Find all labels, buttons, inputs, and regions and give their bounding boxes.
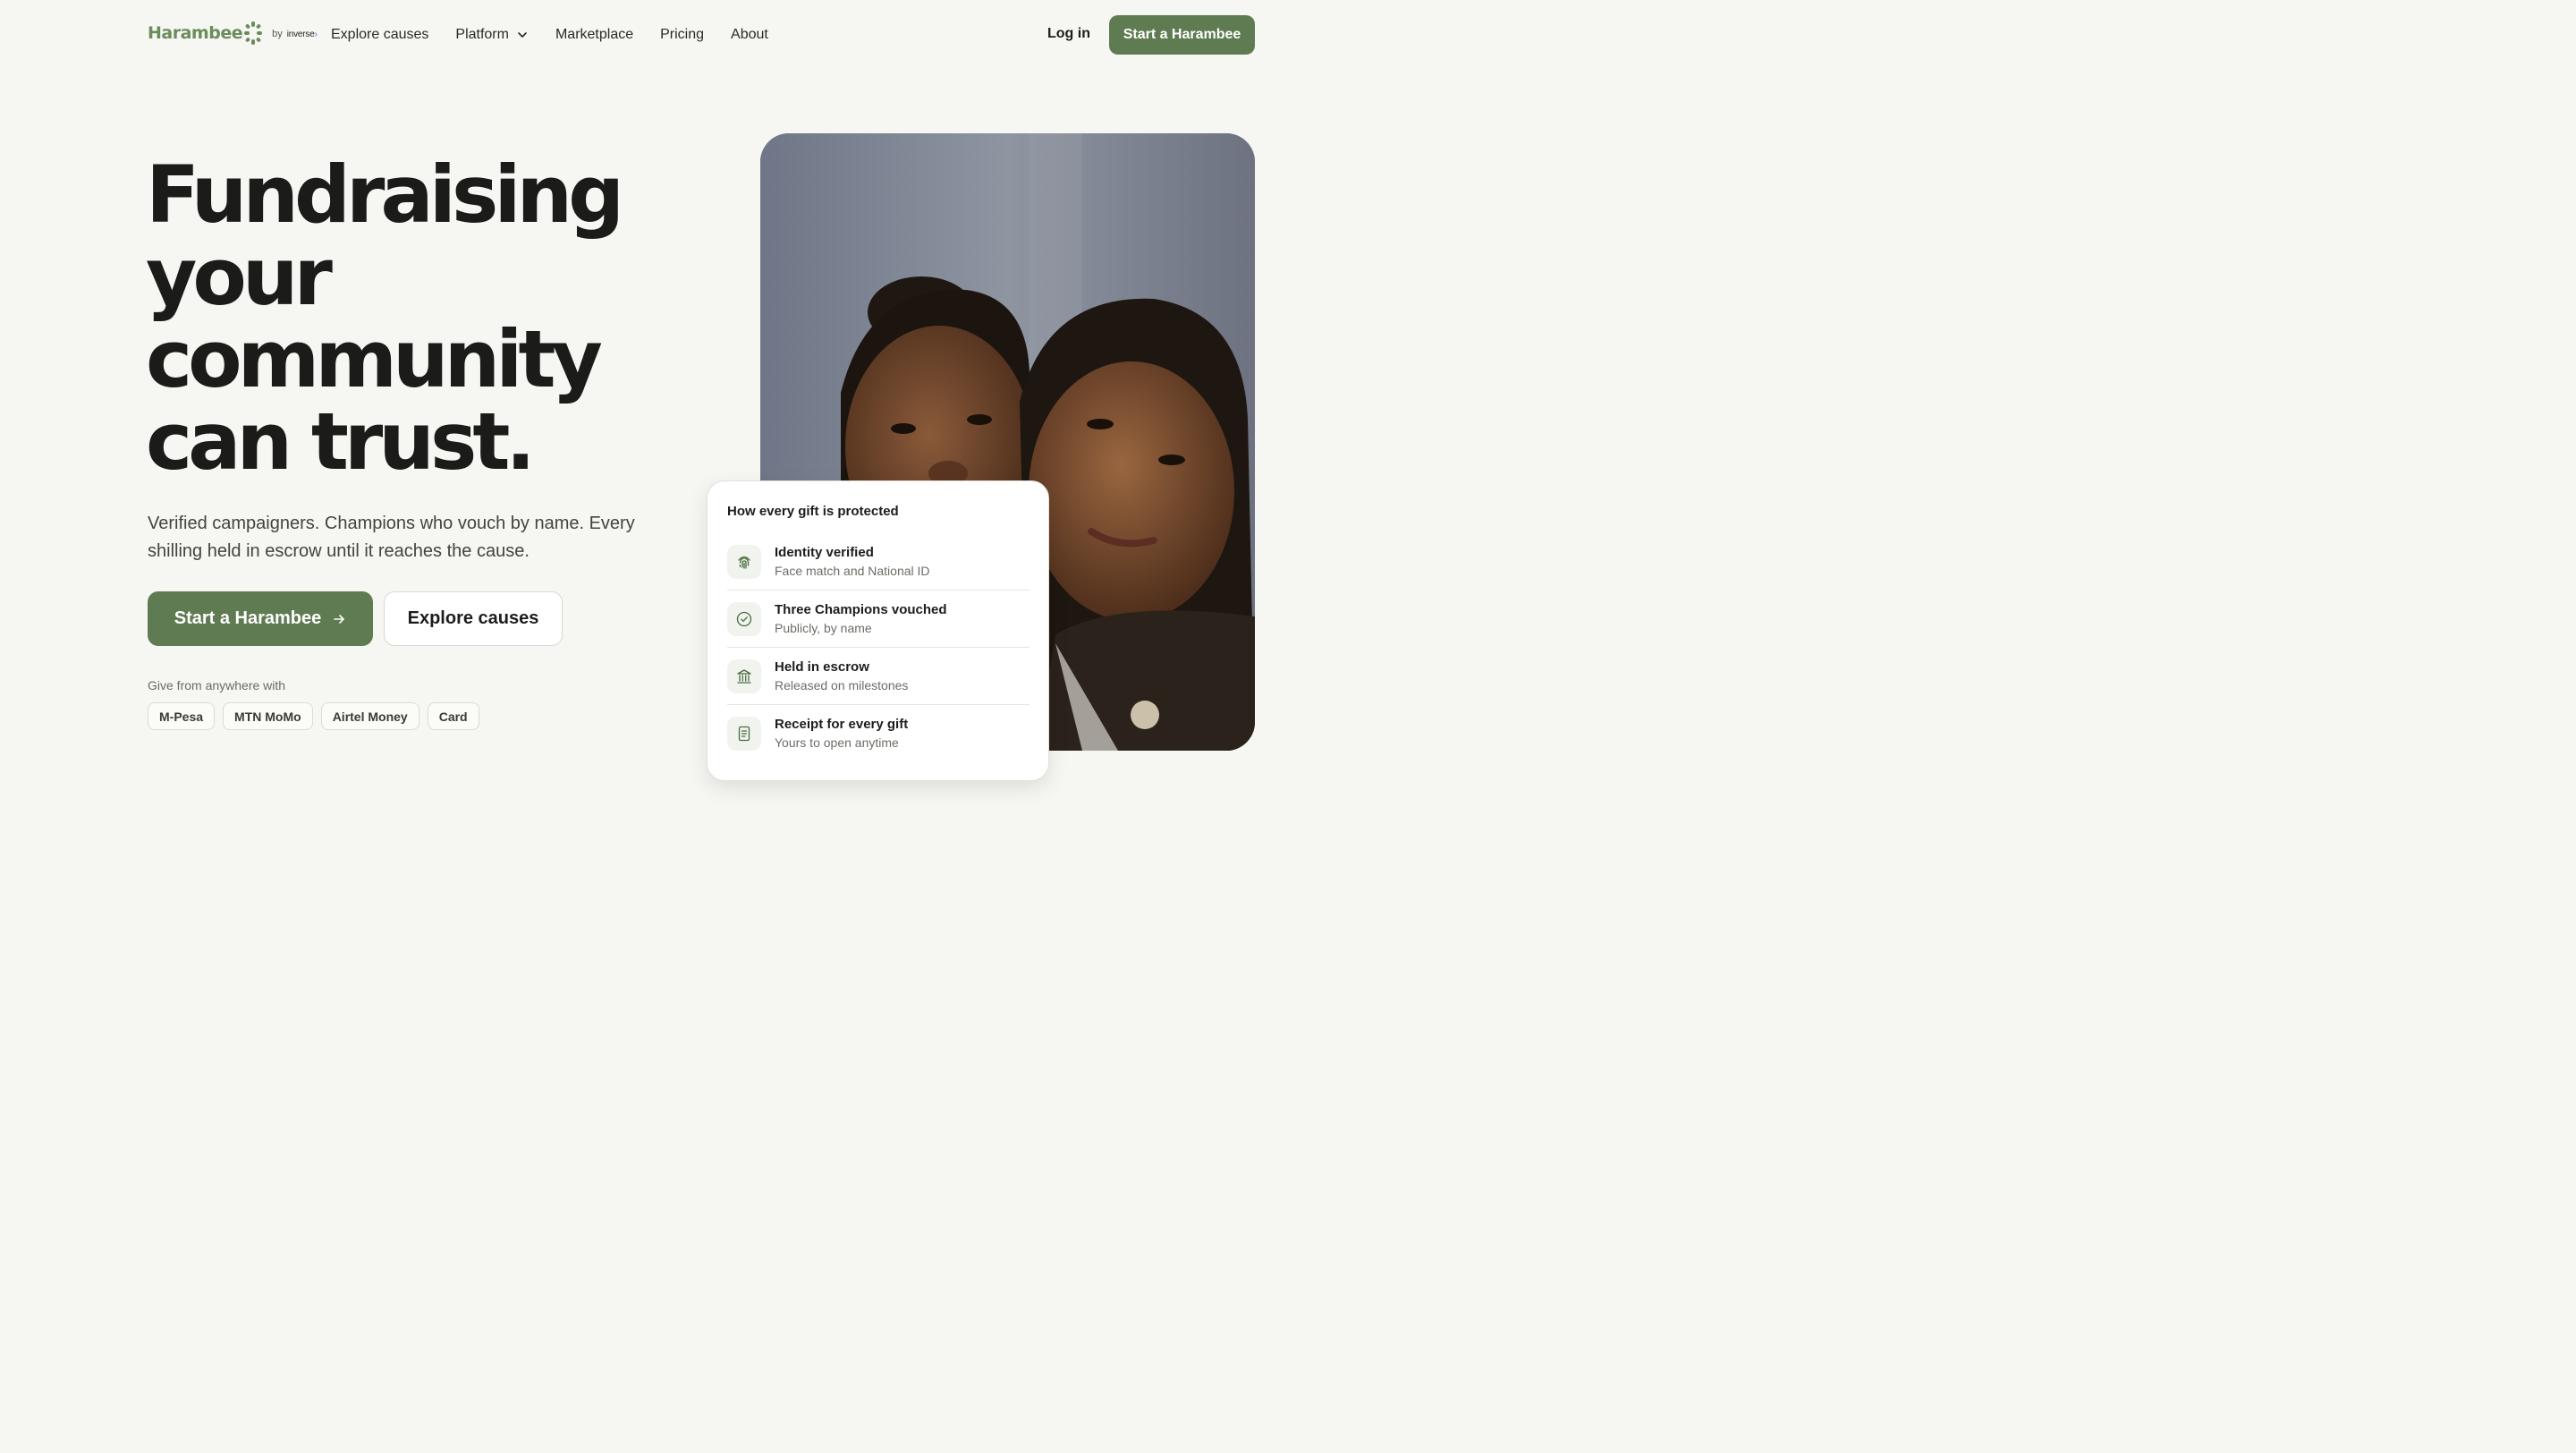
headline-line: community xyxy=(146,313,603,405)
logo-wordmark: Harambee xyxy=(148,23,243,43)
nav-pricing[interactable]: Pricing xyxy=(660,25,704,45)
protection-item-text: Three Champions vouched Publicly, by nam… xyxy=(775,601,947,637)
protection-card-title: How every gift is protected xyxy=(727,504,899,519)
payment-chip-card: Card xyxy=(427,702,479,730)
headline-line: can trust. xyxy=(146,395,536,488)
protection-item-receipt: Receipt for every gift Yours to open any… xyxy=(727,705,1030,762)
protection-item-identity: Identity verified Face match and Nationa… xyxy=(727,533,1030,591)
protection-item-champions: Three Champions vouched Publicly, by nam… xyxy=(727,591,1030,648)
protection-item-text: Held in escrow Released on milestones xyxy=(775,659,908,694)
protection-item-subtitle: Face match and National ID xyxy=(775,563,930,578)
logo-by-text: by xyxy=(272,29,283,39)
payment-methods: M-Pesa MTN MoMo Airtel Money Card xyxy=(148,702,479,730)
explore-causes-button[interactable]: Explore causes xyxy=(384,591,563,646)
give-label: Give from anywhere with xyxy=(148,678,286,693)
start-harambee-nav-button[interactable]: Start a Harambee xyxy=(1109,15,1255,55)
protection-item-subtitle: Released on milestones xyxy=(775,677,909,693)
top-nav: Harambee by inverse › Explore causes Pla… xyxy=(0,0,1402,70)
headline-line: Fundraising xyxy=(146,149,624,241)
logo-burst-icon xyxy=(244,21,263,45)
protection-card: How every gift is protected Identity ver… xyxy=(707,480,1049,781)
harambee-logo[interactable]: Harambee by inverse › xyxy=(148,20,318,47)
protection-item-subtitle: Publicly, by name xyxy=(775,620,872,635)
headline-line: your xyxy=(146,231,333,323)
chevron-down-icon xyxy=(518,32,527,38)
check-badge-icon xyxy=(727,601,761,636)
hero-headline: Fundraising your community can trust. xyxy=(146,154,700,483)
payment-chip-mtn-momo: MTN MoMo xyxy=(223,702,313,730)
receipt-icon xyxy=(727,717,761,751)
protection-item-subtitle: Yours to open anytime xyxy=(775,735,899,750)
payment-chip-airtel-money: Airtel Money xyxy=(320,702,419,730)
arrow-right-icon xyxy=(334,614,345,624)
nav-platform[interactable]: Platform xyxy=(455,25,529,45)
protection-item-title: Held in escrow xyxy=(775,659,869,675)
protection-item-title: Identity verified xyxy=(775,544,874,560)
protection-item-text: Receipt for every gift Yours to open any… xyxy=(775,716,908,752)
nav-about[interactable]: About xyxy=(731,25,768,45)
start-harambee-button[interactable]: Start a Harambee xyxy=(148,591,373,646)
bank-icon xyxy=(727,659,761,693)
nav-links: Explore causes Platform Marketplace Pric… xyxy=(331,25,795,45)
protection-item-text: Identity verified Face match and Nationa… xyxy=(775,544,930,580)
partner-name: inverse xyxy=(286,29,315,39)
start-harambee-label: Start a Harambee xyxy=(174,608,322,628)
login-link[interactable]: Log in xyxy=(1047,26,1090,42)
fingerprint-icon xyxy=(727,544,761,579)
hero-subtitle: Verified campaigners. Champions who vouc… xyxy=(148,514,635,561)
nav-marketplace[interactable]: Marketplace xyxy=(555,25,633,45)
protection-item-escrow: Held in escrow Released on milestones xyxy=(727,648,1030,705)
payment-chip-mpesa: M-Pesa xyxy=(148,702,216,730)
protection-item-title: Three Champions vouched xyxy=(775,601,947,617)
partner-arrow-icon: › xyxy=(314,29,318,39)
nav-explore-causes[interactable]: Explore causes xyxy=(331,25,428,45)
protection-item-title: Receipt for every gift xyxy=(775,717,909,732)
nav-platform-label: Platform xyxy=(455,27,509,42)
